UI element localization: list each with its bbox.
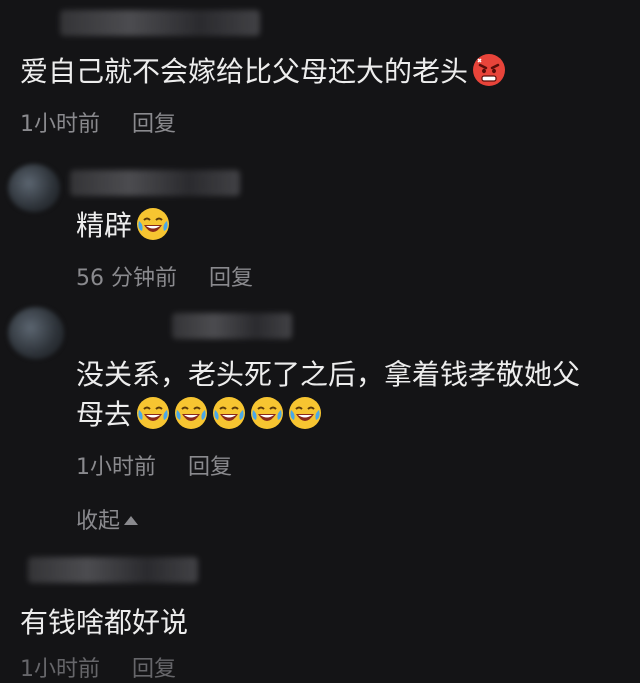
comment-text-line-2: 母去	[76, 395, 322, 435]
avatar-blurred	[8, 164, 60, 212]
laughing-crying-face-icon	[136, 396, 170, 430]
comment-meta: 1小时前 回复	[20, 651, 176, 683]
avatar-blurred	[8, 307, 64, 359]
comment-2: 精辟 56 分钟前 回复	[0, 150, 640, 295]
comment-text: 精辟	[76, 206, 170, 246]
username-blurred	[172, 313, 292, 339]
comment-text-line-1: 没关系，老头死了之后，拿着钱孝敬她父	[76, 358, 581, 391]
reply-button[interactable]: 回复	[132, 112, 176, 137]
comment-time: 1小时前	[20, 112, 100, 137]
laughing-crying-face-icon	[212, 396, 246, 430]
username-blurred	[60, 10, 260, 36]
laughing-crying-face-icon	[136, 207, 170, 241]
triangle-up-icon	[124, 516, 139, 525]
comment-time: 56 分钟前	[76, 266, 177, 291]
angry-face-icon	[472, 53, 506, 87]
emoji-row	[132, 396, 322, 431]
comment-time: 1小时前	[20, 657, 100, 682]
comment-meta: 56 分钟前 回复	[76, 260, 253, 292]
comment-text: 有钱啥都好说	[20, 606, 189, 639]
comment-meta: 1小时前 回复	[20, 106, 176, 138]
comment-meta: 1小时前 回复	[76, 449, 232, 481]
username-blurred	[70, 170, 240, 196]
laughing-crying-face-icon	[174, 396, 208, 430]
laughing-crying-face-icon	[250, 396, 284, 430]
reply-button[interactable]: 回复	[209, 266, 253, 291]
reply-button[interactable]: 回复	[188, 455, 232, 480]
comment-4: 有钱啥都好说 1小时前 回复	[0, 545, 640, 682]
comment-3: 没关系，老头死了之后，拿着钱孝敬她父 母去 1小时前 回复 收起	[0, 295, 640, 545]
username-blurred	[28, 557, 198, 583]
comment-text: 爱自己就不会嫁给比父母还大的老头	[20, 52, 506, 92]
collapse-label: 收起	[76, 509, 121, 534]
comment-time: 1小时前	[76, 455, 156, 480]
collapse-button[interactable]: 收起	[76, 503, 139, 535]
reply-button[interactable]: 回复	[132, 657, 176, 682]
comment-1: 爱自己就不会嫁给比父母还大的老头 1小时前 回复	[0, 0, 640, 150]
laughing-crying-face-icon	[288, 396, 322, 430]
